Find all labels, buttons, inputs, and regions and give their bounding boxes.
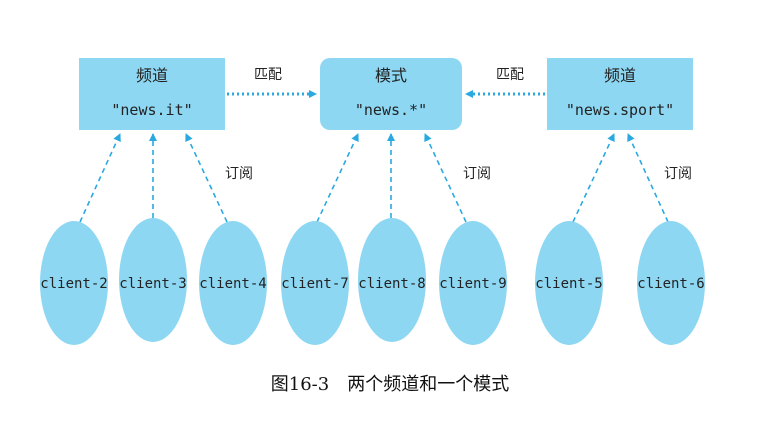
- match-label-left: 匹配: [254, 67, 282, 83]
- subscribe-arrows: [79, 133, 669, 223]
- client-label: client-8: [358, 276, 425, 292]
- figure-caption: 图16-3 两个频道和一个模式: [270, 374, 510, 395]
- subscribe-label-pattern: 订阅: [463, 166, 491, 182]
- client-label: client-7: [281, 276, 348, 292]
- subscribe-arrow-client-9: [424, 133, 467, 223]
- client-client-4-node: client-4: [199, 221, 267, 345]
- channel-news-sport-title: 频道: [604, 66, 636, 85]
- channel-news-sport-value: "news.sport": [566, 101, 674, 119]
- pattern-title: 模式: [375, 66, 407, 85]
- client-label: client-2: [40, 276, 107, 292]
- channel-news-sport-node: 频道 "news.sport": [547, 58, 693, 130]
- client-label: client-6: [637, 276, 704, 292]
- subscribe-arrow-client-5: [572, 133, 615, 223]
- match-label-right: 匹配: [496, 67, 524, 83]
- subscribe-arrow-client-2: [79, 133, 121, 223]
- channel-news-it-node: 频道 "news.it": [79, 58, 225, 130]
- client-label: client-9: [439, 276, 506, 292]
- client-label: client-4: [199, 276, 266, 292]
- pubsub-diagram: 频道 "news.it" 模式 "news.*" 频道 "news.sport"…: [40, 58, 705, 345]
- client-client-9-node: client-9: [439, 221, 507, 345]
- client-client-2-node: client-2: [40, 221, 108, 345]
- subscribe-label-it: 订阅: [225, 166, 253, 182]
- channel-news-it-value: "news.it": [111, 101, 192, 119]
- client-client-8-node: client-8: [358, 218, 426, 342]
- pattern-value: "news.*": [355, 101, 427, 119]
- channel-news-it-title: 频道: [136, 66, 168, 85]
- subscribe-arrow-client-7: [316, 133, 359, 223]
- client-client-3-node: client-3: [119, 218, 187, 342]
- pattern-news-star-node: 模式 "news.*": [320, 58, 462, 130]
- client-client-5-node: client-5: [535, 221, 603, 345]
- client-client-7-node: client-7: [281, 221, 349, 345]
- subscribe-label-sport: 订阅: [664, 166, 692, 182]
- client-client-6-node: client-6: [637, 221, 705, 345]
- subscribe-arrow-client-4: [185, 133, 228, 223]
- client-label: client-5: [535, 276, 602, 292]
- client-label: client-3: [119, 276, 186, 292]
- subscribe-arrow-client-6: [627, 133, 669, 223]
